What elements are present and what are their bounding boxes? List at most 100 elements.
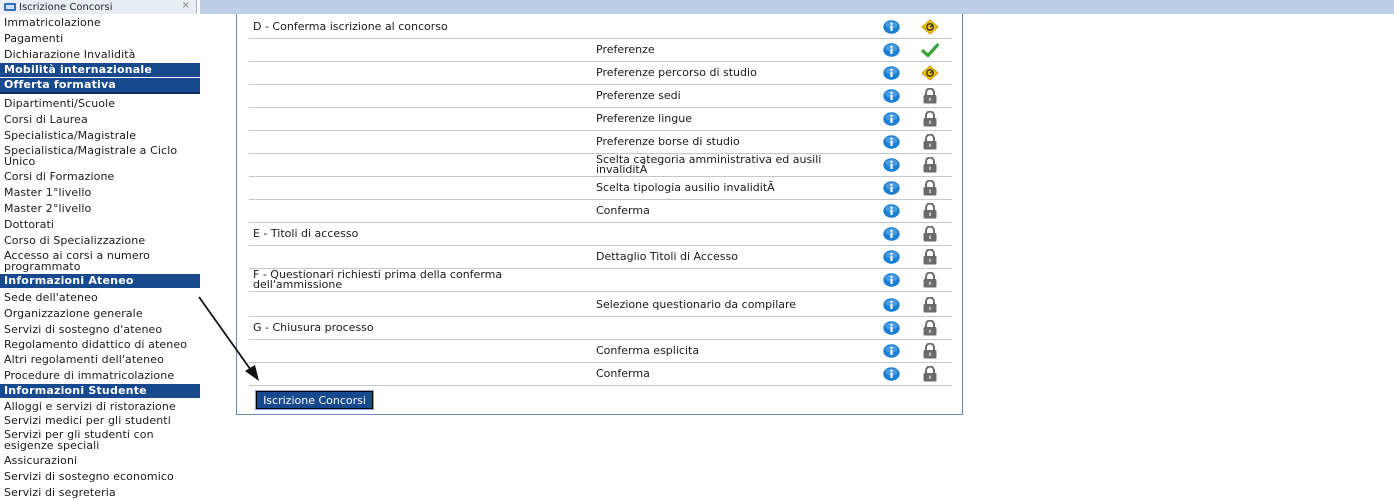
info-icon[interactable] <box>883 181 900 195</box>
step-row: D - Conferma iscrizione al concorso <box>249 16 952 39</box>
step-label <box>596 317 876 339</box>
sidebar-header-ateneo[interactable]: Informazioni Ateneo <box>0 274 200 288</box>
sidebar-item-offerta-2[interactable]: Specialistica/Magistrale <box>0 127 200 143</box>
info-icon[interactable] <box>883 298 900 312</box>
info-icon[interactable] <box>883 66 900 80</box>
step-label: Selezione questionario da compilare <box>596 298 797 311</box>
sidebar-item-offerta-9[interactable]: Accesso ai corsi a numero programmato <box>0 248 200 273</box>
sidebar-item-offerta-6[interactable]: Master 2°livello <box>0 200 200 216</box>
step-row: Preferenze borse di studio <box>249 131 952 154</box>
step-row: Preferenze sedi <box>249 85 952 108</box>
step-section-label <box>253 62 581 84</box>
info-icon[interactable] <box>883 20 900 34</box>
annotation-arrow <box>198 296 259 381</box>
step-label <box>596 16 876 38</box>
lock-icon <box>921 202 939 219</box>
info-icon[interactable] <box>883 250 900 264</box>
sidebar-header-studente[interactable]: Informazioni Studente <box>0 384 200 398</box>
sidebar-header-offerta[interactable]: Offerta formativa <box>0 78 200 94</box>
info-icon[interactable] <box>883 43 900 57</box>
tab-label: Iscrizione Concorsi <box>19 1 113 13</box>
step-label: Scelta categoria amministrativa ed ausil… <box>596 153 822 176</box>
step-row: Preferenze percorso di studio <box>249 62 952 85</box>
steps-panel: D - Conferma iscrizione al concorso Prefe… <box>236 14 963 415</box>
sidebar-item-studente-2[interactable]: Servizi per gli studenti con esigenze sp… <box>0 427 200 452</box>
info-icon[interactable] <box>883 112 900 126</box>
sidebar-header-mobilita[interactable]: Mobilità internazionale <box>0 63 200 77</box>
warning-icon <box>921 19 939 35</box>
page-icon <box>4 3 16 11</box>
sidebar-item-studente-3[interactable]: Assicurazioni <box>0 452 200 468</box>
step-label: Conferma esplicita <box>596 344 700 357</box>
step-section-label <box>253 85 581 107</box>
step-section-label <box>253 363 581 385</box>
info-icon[interactable] <box>883 89 900 103</box>
info-icon[interactable] <box>883 344 900 358</box>
sidebar-item-ateneo-2[interactable]: Servizi di sostegno d'ateneo <box>0 321 200 337</box>
check-icon <box>921 42 940 58</box>
step-section-label: E - Titoli di accesso <box>253 227 359 240</box>
sidebar-item-offerta-7[interactable]: Dottorati <box>0 216 200 232</box>
lock-icon <box>921 342 939 359</box>
info-icon[interactable] <box>883 227 900 241</box>
sidebar-item-ateneo-4[interactable]: Altri regolamenti dell'ateneo <box>0 351 200 367</box>
step-label <box>596 269 876 291</box>
step-section-label <box>253 108 581 130</box>
step-section-label <box>253 131 581 153</box>
step-row: Scelta tipologia ausilio invaliditÃ <box>249 177 952 200</box>
lock-icon <box>921 225 939 242</box>
lock-icon <box>921 133 939 150</box>
sidebar-item-studente-5[interactable]: Servizi di segreteria <box>0 484 200 500</box>
step-section-label <box>253 200 581 222</box>
info-icon[interactable] <box>883 273 900 287</box>
step-row: E - Titoli di accesso <box>249 223 952 246</box>
iscrizione-concorsi-button[interactable]: Iscrizione Concorsi <box>255 390 374 410</box>
step-row: Scelta categoria amministrativa ed ausil… <box>249 154 952 177</box>
step-section-label <box>253 340 581 362</box>
sidebar-item-offerta-0[interactable]: Dipartimenti/Scuole <box>0 95 200 111</box>
step-section-label <box>253 39 581 61</box>
tab-iscrizione-concorsi[interactable]: Iscrizione Concorsi × <box>0 0 197 14</box>
step-row: Preferenze lingue <box>249 108 952 131</box>
step-section-label: G - Chiusura processo <box>253 321 374 334</box>
step-label <box>596 223 876 245</box>
step-section-label <box>253 246 581 268</box>
sidebar-item-ateneo-5[interactable]: Procedure di immatricolazione <box>0 367 200 383</box>
step-row: Dettaglio Titoli di Accesso <box>249 246 952 269</box>
sidebar-item-offerta-8[interactable]: Corso di Specializzazione <box>0 232 200 248</box>
sidebar-item-studente-4[interactable]: Servizi di sostegno economico <box>0 468 200 484</box>
sidebar-item-ateneo-1[interactable]: Organizzazione generale <box>0 305 200 321</box>
sidebar-item-offerta-3[interactable]: Specialistica/Magistrale a Ciclo Unico <box>0 143 200 168</box>
sidebar-item-top-1[interactable]: Pagamenti <box>0 30 200 46</box>
info-icon[interactable] <box>883 135 900 149</box>
info-icon[interactable] <box>883 204 900 218</box>
lock-icon <box>921 110 939 127</box>
info-icon[interactable] <box>883 321 900 335</box>
step-row: Conferma esplicita <box>249 340 952 363</box>
sidebar-item-offerta-4[interactable]: Corsi di Formazione <box>0 168 200 184</box>
top-bar: Iscrizione Concorsi × <box>0 0 1394 14</box>
lock-icon <box>921 365 939 382</box>
sidebar-item-top-2[interactable]: Dichiarazione Invalidità <box>0 46 200 62</box>
step-label: Scelta tipologia ausilio invaliditÃ <box>596 181 775 194</box>
info-icon[interactable] <box>883 367 900 381</box>
sidebar-item-ateneo-0[interactable]: Sede dell'ateneo <box>0 289 200 305</box>
sidebar-item-offerta-5[interactable]: Master 1°livello <box>0 184 200 200</box>
sidebar-item-top-0[interactable]: Immatricolazione <box>0 14 200 30</box>
sidebar-item-ateneo-3[interactable]: Regolamento didattico di ateneo <box>0 337 200 351</box>
step-section-label <box>253 154 581 176</box>
close-icon[interactable]: × <box>182 0 190 11</box>
lock-icon <box>921 248 939 265</box>
sidebar-item-studente-0[interactable]: Alloggi e servizi di ristorazione <box>0 399 200 413</box>
step-section-label <box>253 177 581 199</box>
info-icon[interactable] <box>883 158 900 172</box>
step-label: Preferenze borse di studio <box>596 135 740 148</box>
lock-icon <box>921 156 939 173</box>
lock-icon <box>921 87 939 104</box>
step-row: Conferma <box>249 200 952 223</box>
sidebar-item-studente-1[interactable]: Servizi medici per gli studenti <box>0 413 200 427</box>
step-row: Preferenze <box>249 39 952 62</box>
step-row: Conferma <box>249 363 952 386</box>
step-section-label: F - Questionari richiesti prima della co… <box>253 268 503 291</box>
sidebar-item-offerta-1[interactable]: Corsi di Laurea <box>0 111 200 127</box>
